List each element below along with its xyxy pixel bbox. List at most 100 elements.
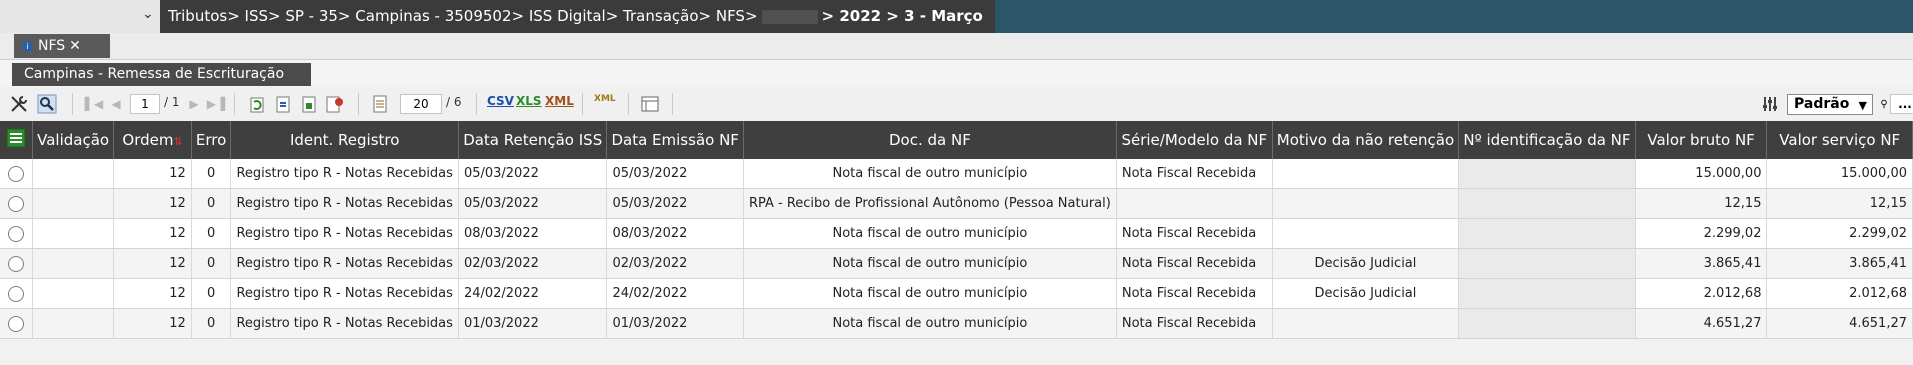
cell-ident-registro: Registro tipo R - Notas Recebidas [230, 278, 459, 309]
row-select-cell[interactable] [0, 159, 33, 189]
cell-doc-nf: Nota fiscal de outro município [743, 248, 1117, 279]
page-input[interactable]: 1 [130, 94, 160, 114]
tab-nfs[interactable]: i NFS ✕ [14, 34, 110, 58]
cell-serie-modelo [1116, 188, 1273, 219]
row-select-cell[interactable] [0, 248, 33, 279]
table-row[interactable]: 12 0 Registro tipo R - Notas Recebidas 05/0… [0, 159, 1913, 189]
column-header-label: Ordem [122, 131, 174, 149]
row-select-cell[interactable] [0, 188, 33, 219]
xls-export-button[interactable]: XLS [516, 94, 542, 108]
footer-area [0, 345, 1913, 365]
cell-validacao [32, 278, 115, 309]
row-radio-button[interactable] [7, 255, 24, 272]
column-header[interactable]: Ident. Registro [230, 121, 459, 159]
column-header[interactable]: Motivo da não retenção [1272, 121, 1460, 159]
cell-valor-bruto: 4.651,27 [1635, 308, 1768, 339]
cell-valor-servico: 4.651,27 [1766, 308, 1913, 339]
grid-select-icon[interactable] [6, 128, 26, 148]
cell-ordem: 12 [113, 159, 192, 189]
document-icon[interactable] [370, 93, 390, 115]
key-icon[interactable]: ⚲ [1879, 93, 1889, 115]
view-select[interactable]: Padrão ▼ [1787, 94, 1873, 115]
next-page-icon[interactable]: ▶ [186, 93, 202, 115]
cell-validacao [32, 248, 115, 279]
row-select-cell[interactable] [0, 278, 33, 309]
column-header[interactable]: Data Retenção ISS [458, 121, 608, 159]
column-header[interactable]: Data Emissão NF [606, 121, 744, 159]
page-total: / 1 [164, 95, 180, 109]
column-header[interactable]: Doc. da NF [743, 121, 1117, 159]
chevron-down-icon: ▼ [1858, 99, 1867, 112]
cell-data-retencao: 01/03/2022 [458, 308, 608, 339]
more-button[interactable]: ... [1890, 94, 1913, 114]
cell-valor-bruto: 3.865,41 [1635, 248, 1768, 279]
separator [476, 93, 477, 115]
table-row[interactable]: 12 0 Registro tipo R - Notas Recebidas 01/0… [0, 308, 1913, 339]
prev-page-icon[interactable]: ◀ [108, 93, 124, 115]
tools-icon[interactable] [8, 93, 30, 115]
cell-serie-modelo: Nota Fiscal Recebida [1116, 278, 1273, 309]
rows-per-page-input[interactable]: 20 [400, 94, 442, 114]
xml-export-button[interactable]: XML [545, 94, 574, 108]
column-header[interactable]: Valor serviço NF [1766, 121, 1913, 159]
close-icon[interactable]: ✕ [69, 38, 81, 54]
cell-data-emissao: 05/03/2022 [606, 159, 744, 189]
map-pin-icon[interactable] [324, 93, 346, 115]
cell-data-retencao: 08/03/2022 [458, 218, 608, 249]
last-page-icon[interactable]: ▶▐ [207, 93, 225, 115]
cell-serie-modelo: Nota Fiscal Recebida [1116, 218, 1273, 249]
cell-validacao [32, 188, 115, 219]
row-radio-button[interactable] [7, 225, 24, 242]
table-header-row: Validação Ordem⇅ Erro Ident. Registro Da… [0, 121, 1913, 159]
cell-motivo [1272, 308, 1460, 339]
cell-ident-registro: Registro tipo R - Notas Recebidas [230, 218, 459, 249]
export-icon[interactable] [298, 93, 320, 115]
row-select-cell[interactable] [0, 308, 33, 339]
row-radio-button[interactable] [7, 315, 24, 332]
breadcrumb-path[interactable]: Tributos> ISS> SP - 35> Campinas - 35095… [168, 7, 758, 25]
sort-icon[interactable]: ⇅ [173, 135, 182, 148]
cell-data-emissao: 24/02/2022 [606, 278, 744, 309]
toolbar: ▌◀ ◀ 1 / 1 ▶ ▶▐ 20 / 6 CSV XLS XML XML P… [0, 87, 1913, 122]
column-header[interactable]: Série/Modelo da NF [1116, 121, 1273, 159]
table-row[interactable]: 12 0 Registro tipo R - Notas Recebidas 24/0… [0, 278, 1913, 309]
cell-erro: 0 [191, 159, 232, 189]
column-header[interactable]: Ordem⇅ [113, 121, 192, 159]
cell-validacao [32, 159, 115, 189]
column-header[interactable]: Validação [32, 121, 115, 159]
csv-export-button[interactable]: CSV [487, 94, 514, 108]
chevron-down-icon[interactable]: ⌄ [142, 6, 154, 22]
view-select-value: Padrão [1794, 96, 1850, 112]
cell-ordem: 12 [113, 278, 192, 309]
select-all-header[interactable] [0, 121, 33, 159]
cell-ident-registro: Registro tipo R - Notas Recebidas [230, 248, 459, 279]
xml-download-button[interactable]: XML [594, 94, 616, 104]
cell-serie-modelo: Nota Fiscal Recebida [1116, 159, 1273, 189]
sliders-icon[interactable] [1760, 93, 1780, 115]
copy-icon[interactable] [272, 93, 294, 115]
search-icon[interactable] [36, 93, 58, 115]
column-header[interactable]: Nº identificação da NF [1458, 121, 1636, 159]
panel-title: Campinas - Remessa de Escrituração [12, 63, 311, 86]
table-row[interactable]: 12 0 Registro tipo R - Notas Recebidas 05/0… [0, 188, 1913, 219]
layout-icon[interactable] [640, 93, 660, 115]
breadcrumb-current: > 2022 > 3 - Março [821, 7, 983, 25]
separator [72, 93, 73, 115]
first-page-icon[interactable]: ▌◀ [85, 93, 103, 115]
separator [628, 93, 629, 115]
row-select-cell[interactable] [0, 218, 33, 249]
tab-strip [0, 33, 1913, 59]
row-radio-button[interactable] [7, 165, 24, 182]
table-row[interactable]: 12 0 Registro tipo R - Notas Recebidas 08/0… [0, 218, 1913, 249]
cell-valor-servico: 2.299,02 [1766, 218, 1913, 249]
column-header[interactable]: Valor bruto NF [1635, 121, 1768, 159]
cell-erro: 0 [191, 248, 232, 279]
cell-ordem: 12 [113, 188, 192, 219]
cell-ordem: 12 [113, 248, 192, 279]
row-radio-button[interactable] [7, 195, 24, 212]
cell-valor-servico: 3.865,41 [1766, 248, 1913, 279]
table-row[interactable]: 12 0 Registro tipo R - Notas Recebidas 02/0… [0, 248, 1913, 279]
column-header[interactable]: Erro [191, 121, 232, 159]
row-radio-button[interactable] [7, 285, 24, 302]
refresh-icon[interactable] [246, 93, 268, 115]
